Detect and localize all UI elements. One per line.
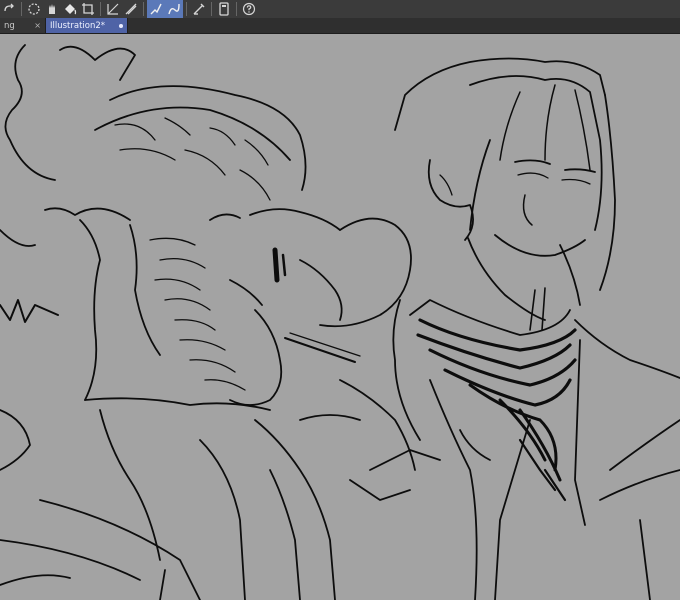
toolbar-divider [186,2,187,16]
unsaved-dot-icon [119,23,123,28]
move-button[interactable] [43,0,61,18]
help-icon [242,2,256,16]
pen-icon [193,3,205,15]
tab-label: Illustration2* [50,20,106,31]
tablet-icon [219,2,229,16]
tab-label: ng [4,20,15,31]
hand-icon [49,4,55,14]
ruler-button[interactable] [104,0,122,18]
transform-button[interactable] [79,0,97,18]
drawing-canvas[interactable] [0,34,680,600]
device-button[interactable] [215,0,233,18]
document-tab-bar: ng × Illustration2* [0,18,680,34]
show-vector-button[interactable] [147,0,165,18]
redo-icon [4,3,14,12]
vector-lines-icon [150,3,162,15]
toolbar-divider [143,2,144,16]
sketch-artwork [0,44,680,600]
tab-illustration2[interactable]: Illustration2* [46,18,128,33]
toolbar-divider [100,2,101,16]
dashed-circle-icon [28,3,40,15]
vector-curve-icon [168,3,180,15]
toolbar-divider [236,2,237,16]
selection-button[interactable] [25,0,43,18]
redo-button[interactable] [0,0,18,18]
bucket-icon [65,4,77,15]
vector-curve-button[interactable] [165,0,183,18]
tab-document-1[interactable]: ng × [0,18,46,33]
snap-pen-button[interactable] [190,0,208,18]
close-icon[interactable]: × [34,21,41,30]
ruler-icon [125,3,137,15]
crop-icon [82,3,94,15]
toolbar-divider [21,2,22,16]
toolbar-divider [211,2,212,16]
ruler-icon [107,3,119,15]
fill-button[interactable] [61,0,79,18]
top-toolbar [0,0,680,18]
snap-ruler-button[interactable] [122,0,140,18]
help-button[interactable] [240,0,258,18]
